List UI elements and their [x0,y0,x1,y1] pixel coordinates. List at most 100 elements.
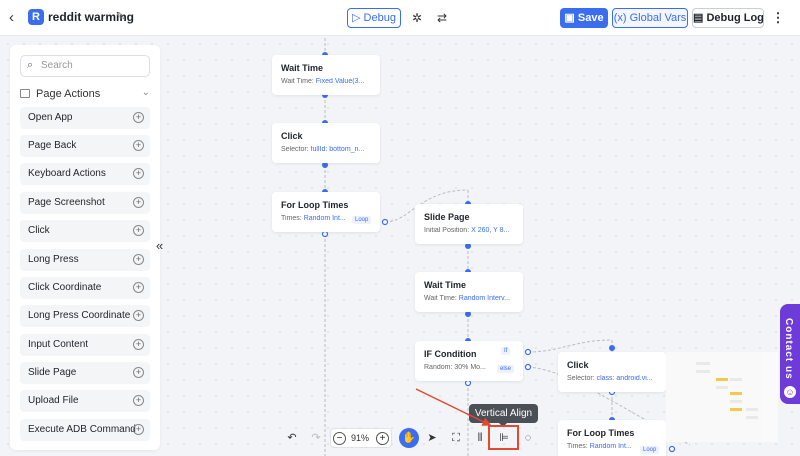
flow-node-slide-page[interactable]: Slide Page Initial Position: X 260, Y 8.… [415,204,523,244]
sidebar-item-label: Long Press Coordinate [28,310,131,321]
sidebar-item-execute-adb-command[interactable]: Execute ADB Command + [20,419,150,441]
minimap-block [730,408,742,411]
sidebar-item-keyboard-actions[interactable]: Keyboard Actions + [20,163,150,185]
add-icon[interactable]: + [133,339,144,350]
minimap[interactable] [666,352,778,442]
node-desc-label: Random: [424,364,453,371]
node-desc-label: Times: [567,443,588,450]
search-input[interactable]: ⌕ Search [20,55,150,77]
collapse-sidebar-icon[interactable]: « [156,238,163,253]
add-icon[interactable]: + [133,140,144,151]
add-icon[interactable]: + [133,197,144,208]
sidebar-item-click[interactable]: Click + [20,220,150,242]
zoom-value: 91% [351,433,370,443]
flow-node-for-loop-times[interactable]: For Loop Times Times: Random Int... Loop [272,192,380,232]
minimap-block [696,362,710,365]
sidebar-item-label: Keyboard Actions [28,168,106,179]
sidebar-item-label: Click [28,225,50,236]
node-description: Wait Time: Random Interv... [424,295,516,302]
flow-node-wait-time-2[interactable]: Wait Time Wait Time: Random Interv... [415,272,523,312]
zoom-out-icon[interactable]: − [333,432,346,445]
redo-icon[interactable]: ↷ [306,428,326,448]
node-title: Click [281,131,303,141]
node-desc-value: X 260, Y 8... [471,227,510,234]
minimap-block [746,408,758,411]
minimap-block [730,392,742,395]
node-desc-value: Random Interv... [458,295,510,302]
sidebar-item-label: Click Coordinate [28,282,102,293]
node-title: Click [567,360,589,370]
node-desc-value: 30% Mo... [454,364,486,371]
sidebar-item-label: Page Back [28,140,77,151]
node-desc-value: Random Int... [303,215,346,222]
loop-tag: Loop [352,216,372,224]
node-desc-label: Initial Position: [424,227,470,234]
node-desc-label: Selector: [567,375,595,382]
add-icon[interactable]: + [133,225,144,236]
sidebar-item-upload-file[interactable]: Upload File + [20,390,150,412]
add-icon[interactable]: + [133,282,144,293]
node-title: For Loop Times [567,428,635,438]
if-tag: If [501,347,511,355]
sidebar-item-label: Input Content [28,339,89,350]
sidebar-item-label: Slide Page [28,367,77,378]
zoom-control: − 91% + [330,428,392,448]
sidebar-item-input-content[interactable]: Input Content + [20,334,150,356]
node-desc-value: Fixed Value(3... [315,78,365,85]
loop-tag: Loop [640,446,660,454]
add-icon[interactable]: + [133,112,144,123]
sidebar-item-slide-page[interactable]: Slide Page + [20,362,150,384]
search-icon: ⌕ [27,59,34,71]
node-desc-label: Times: [281,215,302,222]
sidebar-item-label: Page Screenshot [28,197,105,208]
page-icon [20,89,30,98]
minimap-block [746,416,758,419]
add-icon[interactable]: + [133,310,144,321]
node-desc-value: class: android.vi... [596,375,653,382]
flow-node-click-2[interactable]: Click Selector: class: android.vi... [558,352,666,392]
contact-label: Contact us [783,318,794,380]
zoom-in-icon[interactable]: + [376,432,389,445]
add-icon[interactable]: + [133,424,144,435]
sidebar-item-click-coordinate[interactable]: Click Coordinate + [20,277,150,299]
else-tag: else [497,365,515,373]
sidebar-item-label: Upload File [28,395,79,406]
node-title: Slide Page [424,212,470,222]
add-icon[interactable]: + [133,254,144,265]
add-icon[interactable]: + [133,395,144,406]
minimap-block [730,400,742,403]
flow-node-if-condition[interactable]: IF Condition Random: 30% Mo... If else [415,341,523,381]
sidebar-item-long-press[interactable]: Long Press + [20,249,150,271]
node-description: Selector: fullId: bottom_n... [281,146,373,153]
sidebar-item-open-app[interactable]: Open App + [20,107,150,129]
node-title: Wait Time [424,280,467,290]
minimap-block [730,378,742,381]
node-description: Random: 30% Mo... [424,364,494,371]
flow-node-wait-time[interactable]: Wait Time Wait Time: Fixed Value(3... [272,55,380,95]
sidebar-item-page-back[interactable]: Page Back + [20,135,150,157]
section-page-actions[interactable]: Page Actions ⌄ [20,87,150,103]
minimap-block [696,370,710,373]
minimap-block [716,386,728,389]
flow-node-click[interactable]: Click Selector: fullId: bottom_n... [272,123,380,163]
action-sidebar: ⌕ Search Page Actions ⌄ Open App + Page B… [10,45,160,450]
node-title: Wait Time [281,63,324,73]
chat-icon: ☺ [784,386,796,398]
node-title: IF Condition [424,349,477,359]
chevron-down-icon: ⌄ [141,87,150,98]
undo-icon[interactable]: ↶ [282,428,302,448]
node-description: Initial Position: X 260, Y 8... [424,227,516,234]
node-desc-label: Wait Time: [424,295,457,302]
add-icon[interactable]: + [133,168,144,179]
sidebar-item-label: Open App [28,112,73,123]
annotation-highlight-box [488,425,519,450]
node-description: Times: Random Int... [281,215,351,222]
node-description: Wait Time: Fixed Value(3... [281,78,373,85]
comment-icon[interactable]: ◌ [518,428,538,448]
add-icon[interactable]: + [133,367,144,378]
contact-us-tab[interactable]: Contact us ☺ [780,304,800,404]
node-desc-label: Selector: [281,146,309,153]
flow-node-for-loop-times-2[interactable]: For Loop Times Times: Random Int... Loop [558,420,666,456]
sidebar-item-long-press-coordinate[interactable]: Long Press Coordinate + [20,305,150,327]
sidebar-item-page-screenshot[interactable]: Page Screenshot + [20,192,150,214]
